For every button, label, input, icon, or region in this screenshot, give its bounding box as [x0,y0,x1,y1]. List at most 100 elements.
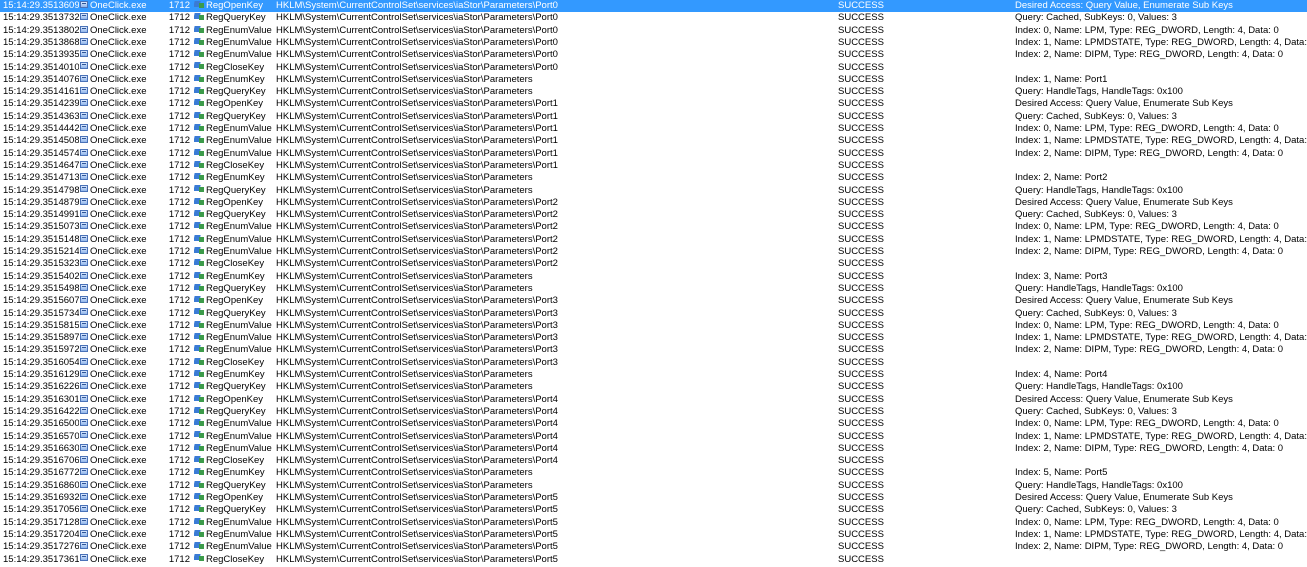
pid-text: 1712 [168,184,190,196]
path-cell: HKLM\System\CurrentControlSet\services\i… [276,271,831,283]
operation-cell: RegEnumValue [194,49,274,61]
table-row[interactable]: 15:14:29.3517204 OneClick.exe 1712 RegEnumV… [0,529,1307,541]
process-name-cell: OneClick.exe [80,529,165,541]
path-text: HKLM\System\CurrentControlSet\services\i… [276,356,558,368]
table-row[interactable]: 15:14:29.3513732 OneClick.exe 1712 RegQuery… [0,12,1307,24]
process-app-icon [80,222,88,230]
result-cell: SUCCESS [838,49,918,61]
table-row[interactable]: 15:14:29.3516570 OneClick.exe 1712 RegEnumV… [0,431,1307,443]
detail-cell: Desired Access: Query Value, Enumerate S… [1015,98,1307,110]
table-row[interactable]: 15:14:29.3514879 OneClick.exe 1712 RegOpenK… [0,197,1307,209]
process-app-icon [80,492,88,500]
table-row[interactable]: 15:14:29.3514713 OneClick.exe 1712 RegEnumK… [0,172,1307,184]
table-row[interactable]: 15:14:29.3516054 OneClick.exe 1712 RegClose… [0,357,1307,369]
result-text: SUCCESS [838,12,884,24]
table-row[interactable]: 15:14:29.3515214 OneClick.exe 1712 RegEnumV… [0,246,1307,258]
path-cell: HKLM\System\CurrentControlSet\services\i… [276,123,831,135]
process-name-cell: OneClick.exe [80,283,165,295]
operation-cell: RegEnumValue [194,529,274,541]
time-text: 15:14:29.3516129 [3,369,79,380]
operation-cell: RegEnumKey [194,369,274,381]
operation-text: RegEnumValue [206,135,272,147]
detail-cell: Index: 0, Name: LPM, Type: REG_DWORD, Le… [1015,221,1307,233]
process-name-cell: OneClick.exe [80,554,165,566]
table-row[interactable]: 15:14:29.3517128 OneClick.exe 1712 RegEnumV… [0,517,1307,529]
table-row[interactable]: 15:14:29.3514161 OneClick.exe 1712 RegQuery… [0,86,1307,98]
pid-text: 1712 [168,61,190,73]
pid-cell: 1712 [165,86,190,98]
process-name-cell: OneClick.exe [80,98,165,110]
table-row[interactable]: 15:14:29.3515607 OneClick.exe 1712 RegOpenK… [0,295,1307,307]
result-text: SUCCESS [838,553,884,565]
table-row[interactable]: 15:14:29.3517276 OneClick.exe 1712 RegEnumV… [0,541,1307,553]
result-cell: SUCCESS [838,480,918,492]
table-row[interactable]: 15:14:29.3514442 OneClick.exe 1712 RegEnumV… [0,123,1307,135]
table-row[interactable]: 15:14:29.3513609 OneClick.exe 1712 RegOpenK… [0,0,1307,13]
table-row[interactable]: 15:14:29.3516630 OneClick.exe 1712 RegEnumV… [0,443,1307,455]
result-cell: SUCCESS [838,517,918,529]
event-list[interactable]: 15:14:29.3513609 OneClick.exe 1712 RegOpenK… [0,0,1307,567]
pid-text: 1712 [168,159,190,171]
table-row[interactable]: 15:14:29.3516129 OneClick.exe 1712 RegEnumK… [0,369,1307,381]
table-row[interactable]: 15:14:29.3515323 OneClick.exe 1712 RegClose… [0,258,1307,270]
result-cell: SUCCESS [838,443,918,455]
time-cell: 15:14:29.3515607 [3,295,79,307]
operation-text: RegEnumValue [206,528,272,540]
table-row[interactable]: 15:14:29.3514239 OneClick.exe 1712 RegOpenK… [0,98,1307,110]
table-row[interactable]: 15:14:29.3516422 OneClick.exe 1712 RegQuery… [0,406,1307,418]
table-row[interactable]: 15:14:29.3514076 OneClick.exe 1712 RegEnumK… [0,74,1307,86]
process-app-icon [80,296,88,304]
table-row[interactable]: 15:14:29.3517056 OneClick.exe 1712 RegQuery… [0,504,1307,516]
registry-icon [194,49,204,58]
time-cell: 15:14:29.3516630 [3,443,79,455]
operation-text: RegEnumValue [206,147,272,159]
process-name-text: OneClick.exe [90,24,147,36]
time-text: 15:14:29.3516706 [3,455,79,467]
table-row[interactable]: 15:14:29.3515734 OneClick.exe 1712 RegQuery… [0,308,1307,320]
table-row[interactable]: 15:14:29.3516500 OneClick.exe 1712 RegEnumV… [0,418,1307,430]
table-row[interactable]: 15:14:29.3514798 OneClick.exe 1712 RegQuery… [0,185,1307,197]
pid-cell: 1712 [165,160,190,172]
table-row[interactable]: 15:14:29.3514991 OneClick.exe 1712 RegQuery… [0,209,1307,221]
table-row[interactable]: 15:14:29.3514363 OneClick.exe 1712 RegQuery… [0,111,1307,123]
table-row[interactable]: 15:14:29.3514647 OneClick.exe 1712 RegClose… [0,160,1307,172]
result-cell: SUCCESS [838,74,918,86]
detail-text: Desired Access: Query Value, Enumerate S… [1015,393,1233,405]
time-cell: 15:14:29.3517276 [3,541,79,553]
table-row[interactable]: 15:14:29.3515073 OneClick.exe 1712 RegEnumV… [0,221,1307,233]
table-row[interactable]: 15:14:29.3514574 OneClick.exe 1712 RegEnumV… [0,148,1307,160]
process-name-text: OneClick.exe [90,159,147,171]
table-row[interactable]: 15:14:29.3514508 OneClick.exe 1712 RegEnumV… [0,135,1307,147]
pid-text: 1712 [168,295,190,307]
table-row[interactable]: 15:14:29.3513802 OneClick.exe 1712 RegEnumV… [0,25,1307,37]
time-text: 15:14:29.3514010 [3,61,79,73]
table-row[interactable]: 15:14:29.3516706 OneClick.exe 1712 RegClose… [0,455,1307,467]
path-text: HKLM\System\CurrentControlSet\services\i… [276,172,533,184]
table-row[interactable]: 15:14:29.3516772 OneClick.exe 1712 RegEnumK… [0,467,1307,479]
table-row[interactable]: 15:14:29.3515148 OneClick.exe 1712 RegEnumV… [0,234,1307,246]
table-row[interactable]: 15:14:29.3516860 OneClick.exe 1712 RegQuery… [0,480,1307,492]
table-row[interactable]: 15:14:29.3516301 OneClick.exe 1712 RegOpenK… [0,394,1307,406]
table-row[interactable]: 15:14:29.3515402 OneClick.exe 1712 RegEnumK… [0,271,1307,283]
table-row[interactable]: 15:14:29.3515498 OneClick.exe 1712 RegQuery… [0,283,1307,295]
table-row[interactable]: 15:14:29.3515897 OneClick.exe 1712 RegEnumV… [0,332,1307,344]
table-row[interactable]: 15:14:29.3516226 OneClick.exe 1712 RegQuery… [0,381,1307,393]
pid-text: 1712 [168,36,190,48]
path-cell: HKLM\System\CurrentControlSet\services\i… [276,394,831,406]
table-row[interactable]: 15:14:29.3515815 OneClick.exe 1712 RegEnumV… [0,320,1307,332]
table-row[interactable]: 15:14:29.3517361 OneClick.exe 1712 RegClose… [0,554,1307,566]
detail-cell: Index: 1, Name: LPMDSTATE, Type: REG_DWO… [1015,529,1307,541]
path-text: HKLM\System\CurrentControlSet\services\i… [276,295,558,307]
table-row[interactable]: 15:14:29.3513868 OneClick.exe 1712 RegEnumV… [0,37,1307,49]
operation-text: RegEnumValue [206,442,272,454]
process-name-text: OneClick.exe [90,430,147,442]
result-cell: SUCCESS [838,308,918,320]
process-name-cell: OneClick.exe [80,0,165,12]
table-row[interactable]: 15:14:29.3516932 OneClick.exe 1712 RegOpenK… [0,492,1307,504]
time-cell: 15:14:29.3516500 [3,418,79,430]
table-row[interactable]: 15:14:29.3513935 OneClick.exe 1712 RegEnumV… [0,49,1307,61]
operation-cell: RegCloseKey [194,455,274,467]
table-row[interactable]: 15:14:29.3514010 OneClick.exe 1712 RegClose… [0,62,1307,74]
registry-icon [194,148,204,157]
table-row[interactable]: 15:14:29.3515972 OneClick.exe 1712 RegEnumV… [0,344,1307,356]
